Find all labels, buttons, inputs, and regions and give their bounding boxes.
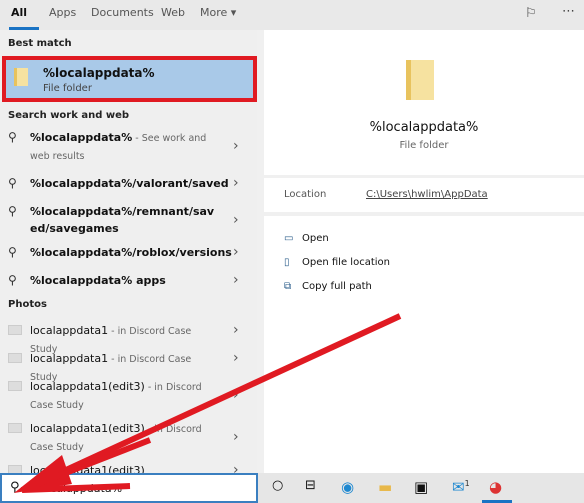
arrow-barb (20, 437, 152, 493)
annotation-arrow (14, 313, 402, 493)
arrow-shaft (38, 313, 402, 485)
arrow-barb (21, 483, 131, 493)
